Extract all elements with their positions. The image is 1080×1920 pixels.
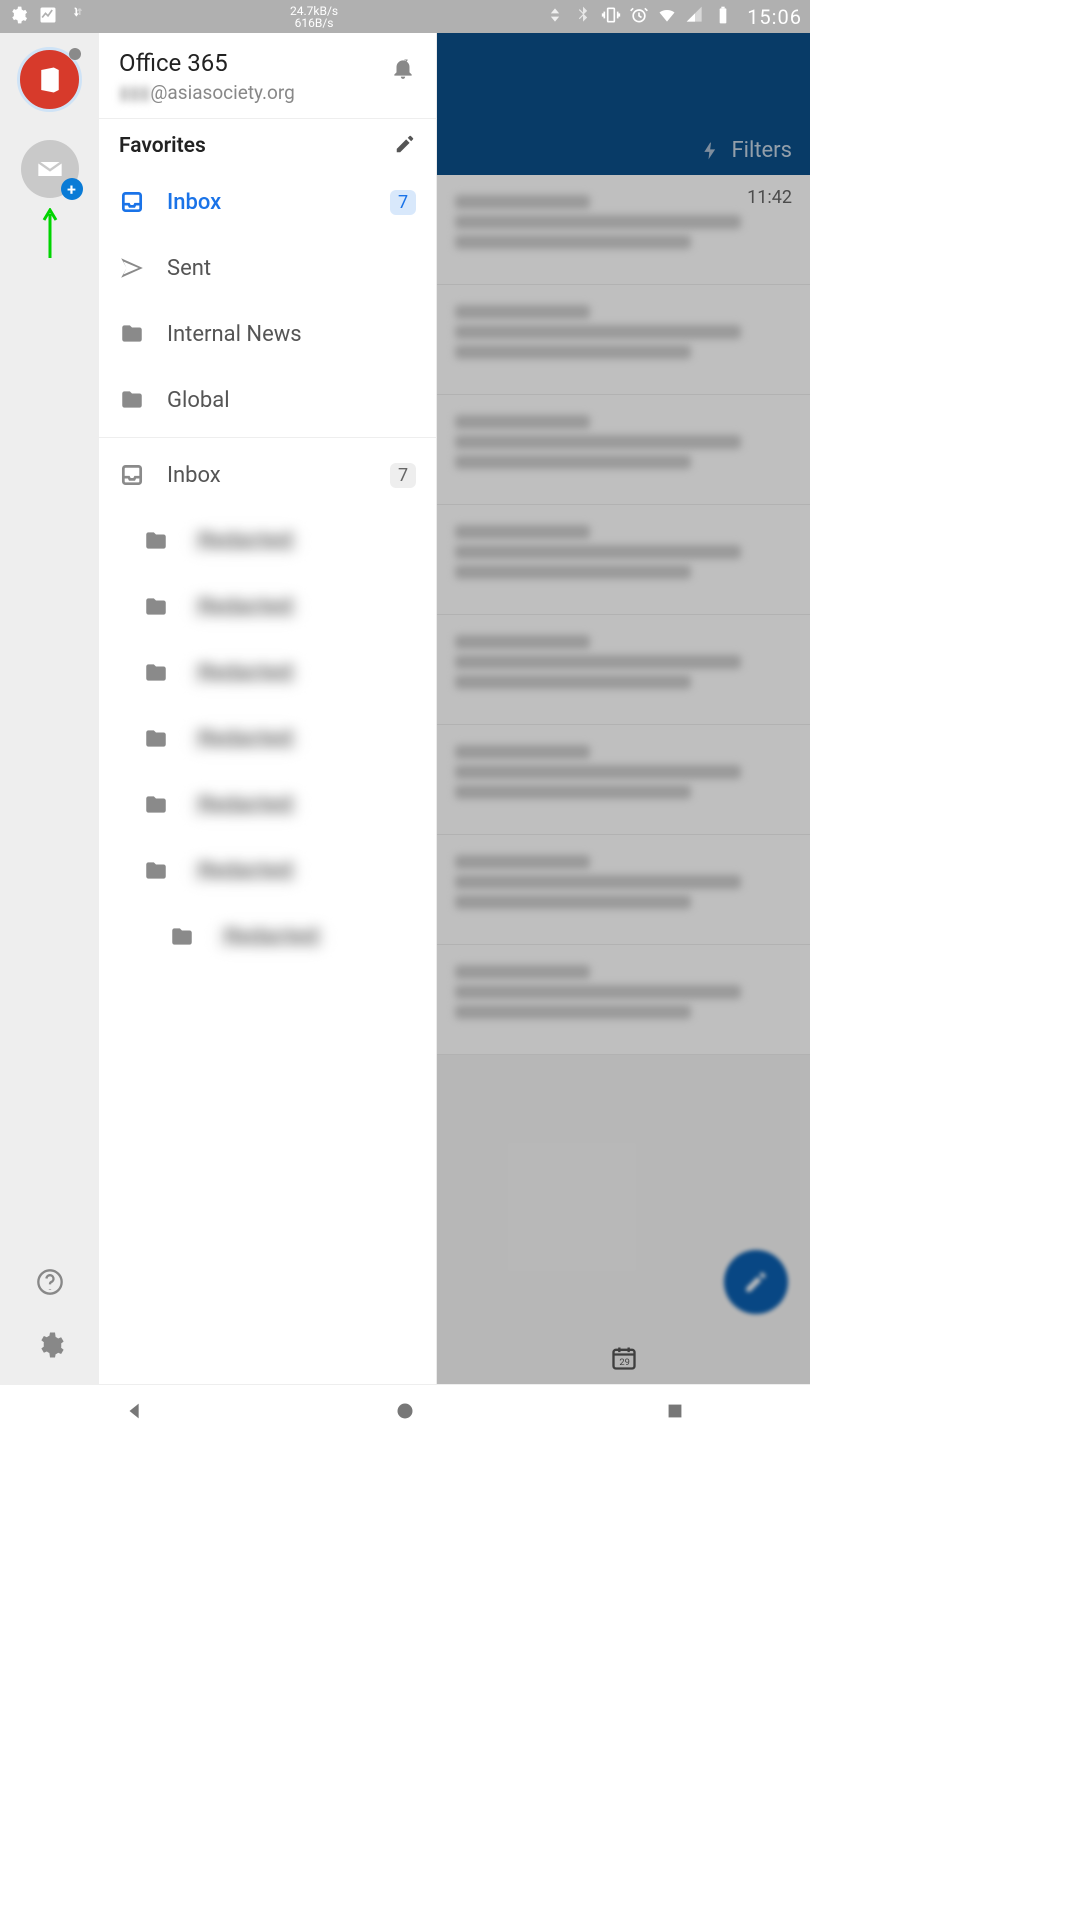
folder-icon	[143, 528, 169, 554]
pencil-icon	[394, 133, 416, 155]
folder-label: Redacted	[191, 529, 299, 554]
subfolder[interactable]: Redacted	[99, 640, 436, 706]
back-button[interactable]	[124, 1400, 146, 1426]
nested-subfolder[interactable]: Redacted	[99, 904, 436, 970]
signal-icon	[685, 5, 705, 29]
sent-icon	[119, 255, 145, 281]
favorites-list: Inbox 7 Sent Internal News Global	[99, 169, 436, 433]
favorites-header: Favorites	[99, 119, 436, 169]
root-inbox[interactable]: Inbox 7	[99, 442, 436, 508]
help-icon	[36, 1268, 64, 1296]
all-folders: Inbox 7 Redacted Redacted Redacted Redac…	[99, 442, 436, 970]
network-speed: 24.7kB/s 616B/s	[290, 5, 338, 29]
plus-icon: +	[61, 178, 83, 200]
fav-sent[interactable]: Sent	[99, 235, 436, 301]
folder-label: Redacted	[191, 727, 299, 752]
settings-button[interactable]	[35, 1330, 65, 1364]
help-button[interactable]	[36, 1268, 64, 1300]
account-rail: +	[0, 33, 99, 1384]
unread-badge: 7	[390, 190, 416, 215]
folder-icon	[143, 594, 169, 620]
account-header[interactable]: Office 365 ▮▮▮@asiasociety.org z	[99, 33, 436, 119]
status-dot	[69, 48, 81, 60]
edit-favorites-button[interactable]	[394, 133, 416, 159]
android-statusbar: 24.7kB/s 616B/s 15:06	[0, 0, 810, 33]
mail-icon	[36, 159, 64, 179]
folder-label: Global	[167, 388, 416, 413]
folder-label: Redacted	[191, 661, 299, 686]
folder-drawer: Office 365 ▮▮▮@asiasociety.org z Favorit…	[99, 33, 437, 1384]
favorites-title: Favorites	[119, 134, 394, 158]
home-button[interactable]	[395, 1401, 415, 1425]
folder-icon	[119, 321, 145, 347]
folder-label: Redacted	[217, 925, 325, 950]
wifi-icon	[657, 5, 677, 29]
fav-internal-news[interactable]: Internal News	[99, 301, 436, 367]
inbox-icon	[119, 189, 145, 215]
inbox-backdrop: Filters 11:42 29	[437, 33, 810, 1384]
home-icon	[395, 1401, 415, 1421]
add-account[interactable]: +	[21, 140, 79, 198]
svg-text:z: z	[404, 57, 408, 66]
folder-label: Redacted	[191, 793, 299, 818]
folder-icon	[143, 858, 169, 884]
unread-badge: 7	[390, 463, 416, 488]
alarm-icon	[629, 5, 649, 29]
scrim[interactable]	[437, 33, 810, 1384]
clock-time: 15:06	[747, 5, 802, 29]
android-navbar	[0, 1384, 810, 1440]
download-icon	[68, 5, 88, 29]
recents-button[interactable]	[664, 1400, 686, 1426]
subfolder[interactable]: Redacted	[99, 508, 436, 574]
folder-label: Redacted	[191, 595, 299, 620]
subfolder[interactable]: Redacted	[99, 772, 436, 838]
folder-label: Inbox	[167, 463, 390, 488]
updown-icon	[545, 5, 565, 29]
active-account-avatar[interactable]	[17, 47, 82, 112]
vibrate-icon	[601, 5, 621, 29]
folder-label: Redacted	[191, 859, 299, 884]
office-icon	[35, 65, 65, 95]
bell-snooze-icon: z	[390, 55, 416, 81]
gear-icon	[35, 1330, 65, 1360]
subfolder[interactable]: Redacted	[99, 838, 436, 904]
bluetooth-icon	[573, 5, 593, 29]
gear-icon	[8, 5, 28, 29]
fav-global[interactable]: Global	[99, 367, 436, 433]
folder-icon	[143, 726, 169, 752]
account-service: Office 365	[119, 49, 390, 77]
dnd-button[interactable]: z	[390, 49, 416, 85]
folder-label: Internal News	[167, 322, 416, 347]
subfolder[interactable]: Redacted	[99, 574, 436, 640]
battery-icon	[713, 5, 733, 29]
fav-inbox[interactable]: Inbox 7	[99, 169, 436, 235]
account-email: ▮▮▮@asiasociety.org	[119, 81, 390, 104]
folder-icon	[119, 387, 145, 413]
folder-label: Sent	[167, 256, 416, 281]
recents-icon	[664, 1400, 686, 1422]
back-icon	[124, 1400, 146, 1422]
folder-icon	[143, 792, 169, 818]
folder-icon	[143, 660, 169, 686]
inbox-icon	[119, 462, 145, 488]
arrow-annotation	[42, 208, 58, 268]
folder-label: Inbox	[167, 190, 390, 215]
divider	[99, 437, 436, 438]
subfolder[interactable]: Redacted	[99, 706, 436, 772]
chart-icon	[38, 5, 58, 29]
folder-icon	[169, 924, 195, 950]
